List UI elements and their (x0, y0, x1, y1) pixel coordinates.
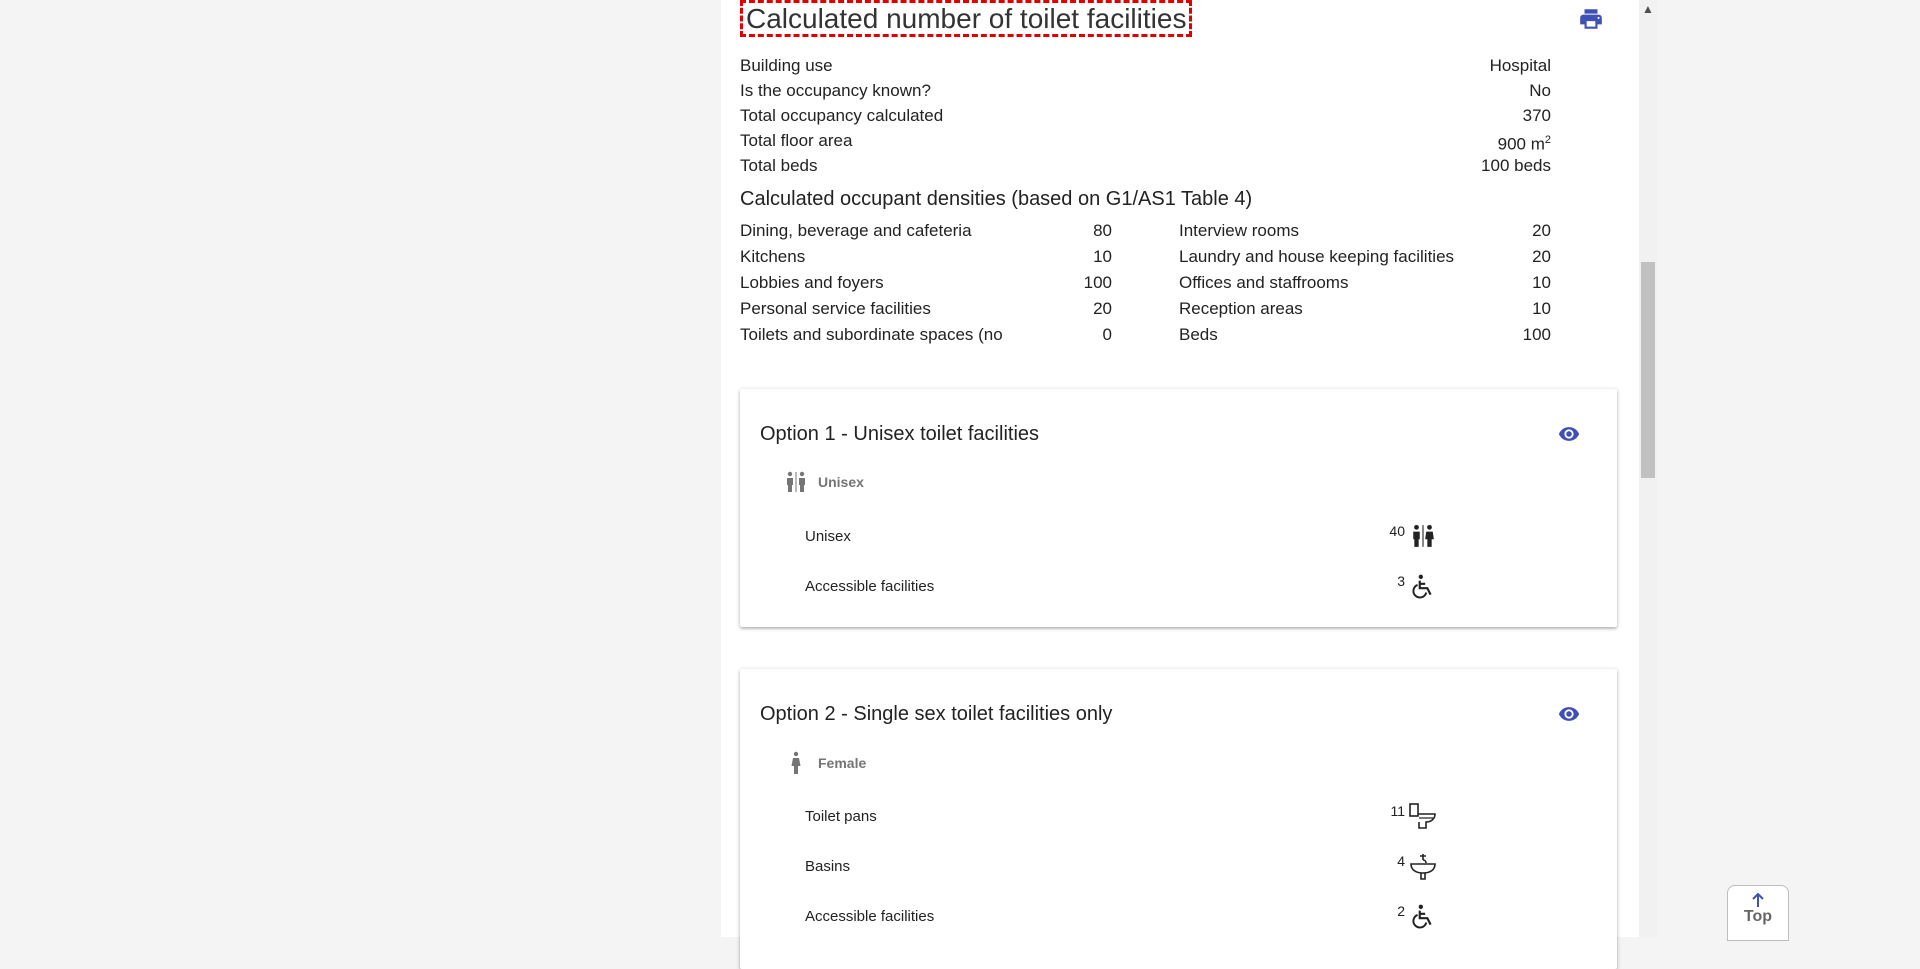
density-value: 80 (1093, 221, 1112, 240)
item-label: Accessible facilities (805, 908, 935, 925)
density-value: 10 (1532, 273, 1551, 292)
density-row: Lobbies and foyers 100 (740, 270, 1112, 296)
summary-row: Building use Hospital (740, 53, 1551, 78)
density-label: Toilets and subordinate spaces (no (740, 325, 1003, 344)
arrow-up-icon (1752, 892, 1764, 907)
view-option-2-button[interactable] (1554, 702, 1584, 726)
back-to-top-label: Top (1743, 908, 1773, 925)
density-row: Personal service facilities 20 (740, 296, 1112, 322)
eye-icon (1558, 427, 1580, 441)
scrollbar-thumb[interactable] (1641, 262, 1655, 478)
summary-value: 370 (1522, 106, 1551, 125)
density-label: Laundry and house keeping facilities (1179, 247, 1455, 266)
density-value: 10 (1532, 299, 1551, 318)
item-count: 4 (1397, 853, 1405, 869)
summary-value: 900 m2 (1497, 128, 1551, 154)
density-value: 100 (1083, 273, 1112, 292)
density-label: Dining, beverage and cafeteria (740, 221, 972, 240)
density-row: Beds 100 (1179, 322, 1551, 348)
densities-left-column: Dining, beverage and cafeteria 80 Kitchen… (740, 218, 1112, 348)
item-count: 11 (1390, 803, 1405, 819)
item-count: 3 (1397, 573, 1405, 589)
density-label: Personal service facilities (740, 299, 931, 318)
unisex-icon (1408, 521, 1438, 551)
print-icon (1580, 9, 1602, 29)
view-option-1-button[interactable] (1554, 422, 1584, 446)
option-2-item-toilet-pans: Toilet pans 11 (805, 801, 1505, 831)
density-row: Interview rooms 20 (1179, 218, 1551, 244)
density-row: Dining, beverage and cafeteria 80 (740, 218, 1112, 244)
densities-heading: Calculated occupant densities (based on … (740, 188, 1253, 210)
summary-value: 100 beds (1481, 156, 1551, 175)
option-2-item-basins: Basins 4 (805, 851, 1505, 881)
summary-label: Total beds (740, 156, 818, 175)
density-label: Reception areas (1179, 299, 1303, 318)
densities-right-column: Interview rooms 20 Laundry and house keep… (1179, 218, 1551, 348)
option-2-title: Option 2 - Single sex toilet facilities … (760, 703, 1113, 725)
page-title: Calculated number of toilet facilities (740, 0, 1193, 37)
option-1-item-accessible: Accessible facilities 3 (805, 571, 1505, 601)
summary-label: Building use (740, 56, 833, 75)
summary-row: Total beds 100 beds (740, 153, 1551, 178)
wheelchair-icon (1408, 571, 1438, 601)
density-value: 100 (1522, 325, 1551, 344)
back-to-top-button[interactable]: Top (1727, 885, 1789, 941)
density-row: Kitchens 10 (740, 244, 1112, 270)
density-value: 10 (1093, 247, 1112, 266)
density-label: Interview rooms (1179, 221, 1299, 240)
summary-label: Total floor area (740, 131, 853, 150)
density-row: Toilets and subordinate spaces (no 0 (740, 322, 1112, 348)
density-row: Reception areas 10 (1179, 296, 1551, 322)
density-value: 0 (1102, 325, 1112, 344)
item-label: Basins (805, 858, 851, 875)
summary-label: Total occupancy calculated (740, 106, 944, 125)
summary-value: Hospital (1489, 56, 1551, 75)
option-1-item-unisex: Unisex 40 (805, 521, 1505, 551)
female-group-label: Female (818, 755, 867, 771)
summary-row: Is the occupancy known? No (740, 78, 1551, 103)
option-1-title: Option 1 - Unisex toilet facilities (760, 423, 1040, 445)
unit-superscript: 2 (1544, 134, 1551, 146)
density-label: Offices and staffrooms (1179, 273, 1349, 292)
density-value: 20 (1093, 299, 1112, 318)
wheelchair-icon (1408, 901, 1438, 931)
unisex-group-label: Unisex (818, 474, 864, 490)
option-1-card: Option 1 - Unisex toilet facilities Unis… (740, 389, 1617, 627)
floor-area-value: 900 m (1497, 134, 1545, 154)
vertical-scrollbar[interactable]: ▲ (1639, 0, 1657, 937)
summary-row: Total floor area 900 m2 (740, 128, 1551, 154)
summary-table: Building use Hospital Is the occupancy k… (740, 53, 1551, 178)
density-label: Lobbies and foyers (740, 273, 884, 292)
summary-row: Total occupancy calculated 370 (740, 103, 1551, 128)
item-count: 2 (1397, 903, 1405, 919)
item-count: 40 (1389, 523, 1405, 539)
density-label: Kitchens (740, 247, 806, 266)
print-button[interactable] (1577, 5, 1605, 33)
option-2-card: Option 2 - Single sex toilet facilities … (740, 669, 1617, 969)
scroll-up-arrow-icon[interactable]: ▲ (1639, 0, 1657, 18)
female-group-header: Female (784, 751, 866, 775)
basin-icon (1408, 851, 1438, 881)
density-value: 20 (1532, 221, 1551, 240)
item-label: Toilet pans (805, 808, 877, 825)
item-label: Accessible facilities (805, 578, 935, 595)
density-label: Beds (1179, 325, 1218, 344)
density-value: 20 (1532, 247, 1551, 266)
unisex-group-icon (787, 471, 805, 492)
toilet-icon (1408, 801, 1438, 831)
eye-icon (1558, 707, 1580, 721)
density-row: Offices and staffrooms 10 (1179, 270, 1551, 296)
summary-label: Is the occupancy known? (740, 81, 931, 100)
density-row: Laundry and house keeping facilities 20 (1179, 244, 1551, 270)
unisex-group-header: Unisex (784, 471, 864, 493)
item-label: Unisex (805, 528, 851, 545)
summary-value: No (1529, 81, 1551, 100)
option-2-item-accessible: Accessible facilities 2 (805, 901, 1505, 931)
female-group-icon (791, 751, 801, 774)
